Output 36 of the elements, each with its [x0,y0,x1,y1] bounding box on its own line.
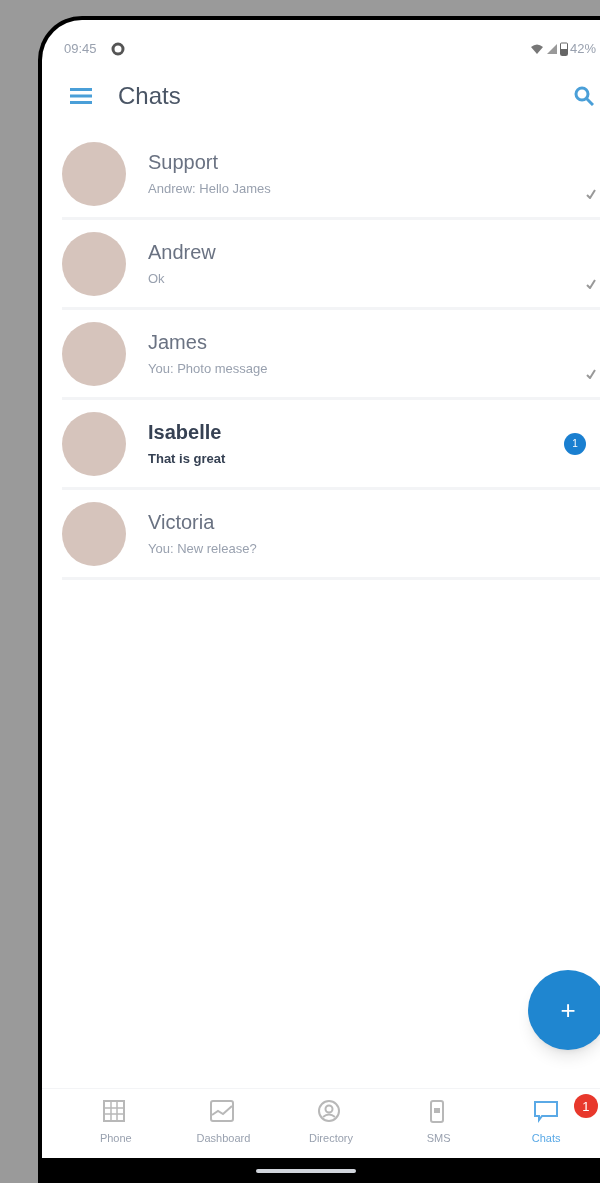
nav-tab[interactable]: Dashboard [192,1100,255,1147]
dialpad-icon [102,1100,125,1123]
chat-row[interactable]: James You: Photo message [62,310,600,400]
nav-tab[interactable]: Phone [95,1100,136,1147]
chat-row[interactable]: Isabelle That is great 1 [62,400,600,490]
dashboard-icon [210,1100,235,1123]
contact-circle-icon [317,1100,340,1123]
nav-tab[interactable]: Chats [527,1100,565,1147]
status-time: 09:45 [64,40,97,59]
notification-badge: 1 [573,1094,598,1119]
nav-tab[interactable]: SMS [421,1100,456,1147]
chat-row[interactable]: Andrew Ok [62,220,600,310]
battery-percent: 42% [569,40,596,59]
battery-icon [559,42,568,56]
contact-name: Isabelle [148,419,223,445]
signal-icon [545,43,558,55]
menu-icon [70,88,92,104]
chat-row[interactable]: Victoria You: New release? [62,490,600,580]
screen-title: Chats [118,81,181,111]
contact-name: Support [148,149,220,175]
phone-icon [429,1100,444,1124]
unread-badge: 1 [564,432,586,455]
message-preview: You: Photo message [148,359,269,378]
message-preview: That is great [148,449,227,468]
chat-row[interactable]: Support Andrew: Hello James [62,130,600,220]
nav-tab[interactable]: Directory [304,1100,357,1147]
contact-name: Victoria [148,509,216,535]
contact-name: James [148,329,208,355]
wifi-icon [529,43,544,55]
message-preview: Ok [148,269,166,288]
message-preview: Andrew: Hello James [148,179,272,198]
search-icon [574,86,594,106]
chat-bubble-icon [534,1101,559,1124]
contact-name: Andrew [148,239,217,265]
add-button[interactable]: + [528,970,600,1050]
message-preview: You: New release? [148,539,258,558]
